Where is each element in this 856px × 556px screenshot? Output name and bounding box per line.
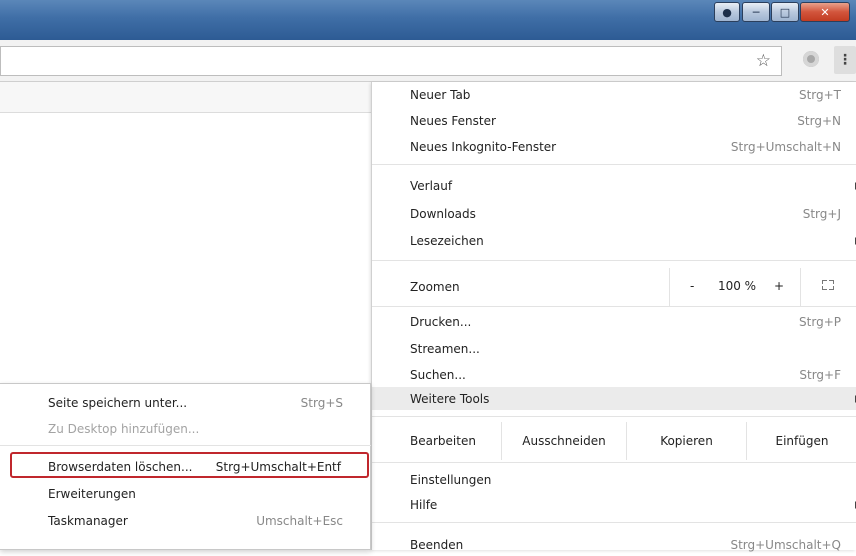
menu-item-print[interactable]: Drucken... Strg+P [372, 310, 856, 333]
annotation-highlight-box [10, 452, 369, 478]
menu-separator [372, 522, 856, 523]
menu-item-shortcut: Strg+F [799, 367, 841, 382]
menu-item-label: Neuer Tab [410, 87, 471, 102]
cut-label: Ausschneiden [522, 434, 606, 448]
maximize-icon: □ [779, 5, 791, 19]
menu-item-label: Downloads [410, 206, 476, 221]
page-content-header [0, 82, 371, 113]
menu-item-exit[interactable]: Beenden Strg+Umschalt+Q [372, 533, 856, 556]
submenu-item-shortcut: Strg+S [300, 395, 343, 410]
submenu-separator [0, 445, 371, 446]
submenu-item-shortcut: Umschalt+Esc [256, 513, 343, 528]
zoom-in-button[interactable]: + [774, 279, 784, 293]
paste-button[interactable]: Einfügen [747, 422, 856, 460]
zoom-divider [800, 268, 801, 306]
menu-item-new-tab[interactable]: Neuer Tab Strg+T [372, 83, 856, 106]
menu-separator [372, 260, 856, 261]
browser-toolbar: ☆ [0, 40, 856, 82]
menu-item-label: Streamen... [410, 341, 480, 356]
submenu-item-save-page[interactable]: Seite speichern unter... Strg+S [0, 391, 371, 414]
menu-item-new-window[interactable]: Neues Fenster Strg+N [372, 109, 856, 132]
menu-item-downloads[interactable]: Downloads Strg+J [372, 202, 856, 225]
menu-item-label: Lesezeichen [410, 233, 484, 248]
vertical-dots-icon: ⋮ [838, 52, 852, 68]
menu-separator [372, 306, 856, 307]
extension-icon[interactable] [803, 51, 819, 67]
submenu-item-label: Erweiterungen [48, 486, 136, 501]
menu-edit-row: Bearbeiten Ausschneiden Kopieren Einfüge… [372, 422, 856, 460]
bookmark-star-icon[interactable]: ☆ [756, 51, 771, 71]
zoom-label: Zoomen [410, 280, 460, 294]
person-icon: ● [722, 5, 732, 19]
submenu-item-extensions[interactable]: Erweiterungen [0, 482, 371, 505]
menu-item-label: Neues Inkognito-Fenster [410, 139, 557, 154]
submenu-item-add-to-desktop: Zu Desktop hinzufügen... [0, 417, 371, 440]
menu-item-shortcut: Strg+T [798, 87, 841, 102]
menu-item-label: Weitere Tools [410, 391, 490, 406]
menu-item-history[interactable]: Verlauf [372, 174, 856, 197]
copy-label: Kopieren [660, 434, 713, 448]
menu-item-label: Neues Fenster [410, 113, 496, 128]
zoom-out-button[interactable]: - [690, 279, 694, 293]
window-titlebar: ● ─ □ ✕ [0, 0, 856, 40]
edit-label: Bearbeiten [410, 434, 476, 448]
menu-item-find[interactable]: Suchen... Strg+F [372, 363, 856, 386]
minimize-button[interactable]: ─ [742, 2, 770, 22]
menu-item-label: Beenden [410, 537, 464, 552]
menu-item-label: Verlauf [410, 178, 453, 193]
cut-button[interactable]: Ausschneiden [502, 422, 626, 460]
submenu-item-label: Seite speichern unter... [48, 395, 188, 410]
menu-item-new-incognito[interactable]: Neues Inkognito-Fenster Strg+Umschalt+N [372, 135, 856, 158]
zoom-level: 100 % [717, 279, 757, 293]
menu-item-bookmarks[interactable]: Lesezeichen [372, 229, 856, 252]
submenu-item-task-manager[interactable]: Taskmanager Umschalt+Esc [0, 509, 371, 532]
menu-item-more-tools[interactable]: Weitere Tools [372, 387, 856, 410]
chrome-main-menu: Neuer Tab Strg+T Neues Fenster Strg+N Ne… [371, 82, 856, 552]
menu-zoom-row: Zoomen - 100 % + [372, 268, 856, 306]
menu-item-label: Drucken... [410, 314, 472, 329]
zoom-divider [669, 268, 670, 306]
menu-separator [372, 416, 856, 417]
menu-item-label: Suchen... [410, 367, 466, 382]
menu-separator [372, 462, 856, 463]
menu-item-cast[interactable]: Streamen... [372, 337, 856, 360]
submenu-item-label: Taskmanager [48, 513, 128, 528]
minimize-icon: ─ [752, 5, 760, 19]
maximize-button[interactable]: □ [771, 2, 799, 22]
menu-item-shortcut: Strg+Umschalt+Q [730, 537, 841, 552]
user-profile-button[interactable]: ● [714, 2, 740, 22]
menu-item-settings[interactable]: Einstellungen [372, 468, 856, 491]
menu-item-shortcut: Strg+J [802, 206, 841, 221]
address-bar[interactable]: ☆ [0, 46, 782, 76]
menu-item-shortcut: Strg+P [799, 314, 841, 329]
close-button[interactable]: ✕ [800, 2, 850, 22]
menu-item-shortcut: Strg+N [797, 113, 841, 128]
fullscreen-icon[interactable] [822, 280, 834, 290]
submenu-item-label: Zu Desktop hinzufügen... [48, 421, 200, 436]
menu-item-label: Einstellungen [410, 472, 492, 487]
menu-item-help[interactable]: Hilfe [372, 493, 856, 516]
menu-button[interactable]: ⋮ [834, 46, 856, 74]
menu-separator [372, 164, 856, 165]
close-icon: ✕ [820, 5, 830, 19]
paste-label: Einfügen [775, 434, 829, 448]
menu-item-label: Hilfe [410, 497, 438, 512]
copy-button[interactable]: Kopieren [627, 422, 746, 460]
menu-item-shortcut: Strg+Umschalt+N [730, 139, 841, 154]
